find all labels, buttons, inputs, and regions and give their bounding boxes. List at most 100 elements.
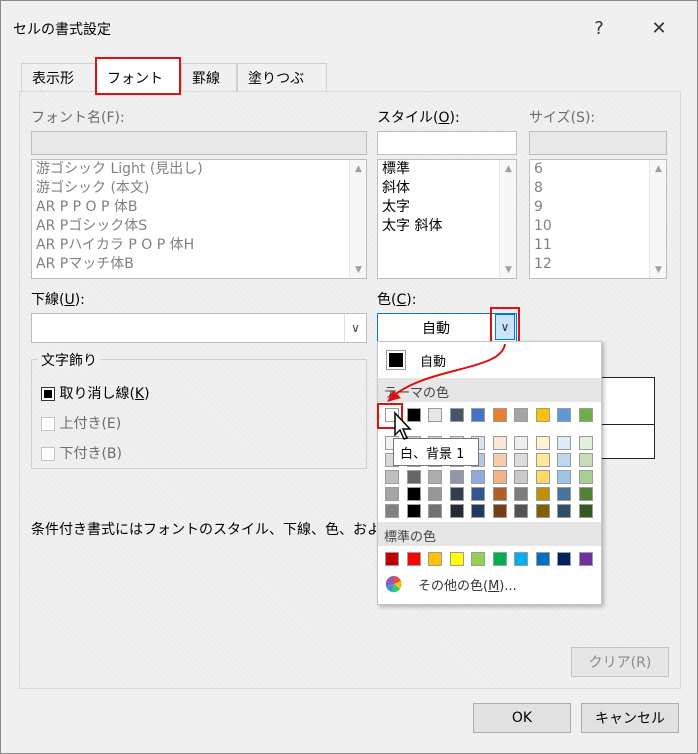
standard-color-swatch[interactable]	[535, 552, 550, 566]
tab-number[interactable]: 表示形式	[21, 63, 97, 107]
theme-color-variant-swatch[interactable]	[406, 470, 421, 484]
scroll-up-icon[interactable]: ▲	[500, 160, 516, 177]
theme-color-variant-swatch[interactable]	[471, 504, 485, 518]
standard-color-swatch[interactable]	[406, 552, 421, 566]
theme-color-variant-swatch[interactable]	[406, 487, 421, 501]
cancel-button[interactable]: キャンセル	[581, 703, 679, 733]
theme-color-variant-swatch[interactable]	[535, 436, 550, 450]
clear-button[interactable]: クリア(R)	[571, 647, 669, 677]
theme-color-variant-swatch[interactable]	[514, 504, 528, 518]
scroll-up-icon[interactable]: ▲	[650, 160, 666, 177]
standard-color-swatch[interactable]	[385, 552, 399, 566]
theme-color-variant-swatch[interactable]	[514, 487, 528, 501]
theme-color-variant-swatch[interactable]	[578, 436, 593, 450]
list-item[interactable]: 太字 斜体	[378, 217, 516, 236]
tab-fill[interactable]: 塗りつぶし	[237, 63, 327, 107]
checkbox-icon[interactable]	[41, 447, 55, 461]
scroll-down-icon[interactable]: ▼	[350, 261, 366, 278]
theme-color-variant-swatch[interactable]	[557, 470, 571, 484]
size-list-scrollbar[interactable]: ▲ ▼	[649, 160, 666, 278]
theme-color-variant-swatch[interactable]	[471, 470, 485, 484]
theme-color-variant-swatch[interactable]	[535, 504, 550, 518]
checkbox-checked-icon[interactable]	[41, 387, 55, 401]
theme-color-variant-swatch[interactable]	[535, 453, 550, 467]
font-list-scrollbar[interactable]: ▲ ▼	[349, 160, 366, 278]
theme-color-variant-swatch[interactable]	[492, 436, 507, 450]
subscript-checkbox[interactable]: 下付き(B)	[41, 443, 122, 463]
theme-color-variant-swatch[interactable]	[557, 436, 571, 450]
theme-color-variant-swatch[interactable]	[557, 453, 571, 467]
theme-color-variant-swatch[interactable]	[449, 470, 464, 484]
help-button[interactable]: ?	[577, 11, 621, 45]
theme-color-variant-swatch[interactable]	[578, 453, 593, 467]
list-item[interactable]: 斜体	[378, 179, 516, 198]
theme-color-variant-swatch[interactable]	[535, 487, 550, 501]
list-item[interactable]: 11	[530, 236, 666, 255]
font-name-input[interactable]	[31, 131, 367, 155]
list-item[interactable]: 8	[530, 179, 666, 198]
theme-color-variant-swatch[interactable]	[471, 487, 485, 501]
list-item[interactable]: AR Pハイカラ P O P 体H	[32, 236, 366, 255]
scroll-down-icon[interactable]: ▼	[500, 261, 516, 278]
theme-color-variant-swatch[interactable]	[428, 487, 442, 501]
standard-color-swatch[interactable]	[492, 552, 507, 566]
list-item[interactable]: 6	[530, 160, 666, 179]
ok-button[interactable]: OK	[473, 703, 571, 733]
standard-color-swatch[interactable]	[578, 552, 593, 566]
tab-border[interactable]: 罫線	[181, 63, 237, 91]
theme-color-variant-swatch[interactable]	[428, 504, 442, 518]
theme-color-variant-swatch[interactable]	[535, 470, 550, 484]
list-item[interactable]: 12	[530, 255, 666, 274]
list-item[interactable]: 10	[530, 217, 666, 236]
font-name-list[interactable]: 游ゴシック Light (見出し) 游ゴシック (本文) AR P P O P …	[31, 159, 367, 279]
list-item[interactable]: 9	[530, 198, 666, 217]
style-input[interactable]	[377, 131, 517, 155]
theme-color-variant-swatch[interactable]	[578, 470, 593, 484]
scroll-up-icon[interactable]: ▲	[350, 160, 366, 177]
standard-color-swatch[interactable]	[471, 552, 485, 566]
style-list[interactable]: 標準 斜体 太字 太字 斜体 ▲ ▼	[377, 159, 517, 279]
theme-color-variant-swatch[interactable]	[449, 504, 464, 518]
theme-color-variant-swatch[interactable]	[514, 436, 528, 450]
theme-color-variant-swatch[interactable]	[406, 504, 421, 518]
close-button[interactable]: ✕	[637, 11, 681, 45]
theme-color-variant-swatch[interactable]	[514, 453, 528, 467]
list-item[interactable]: 游ゴシック Light (見出し)	[32, 160, 366, 179]
superscript-checkbox[interactable]: 上付き(E)	[41, 413, 121, 433]
theme-color-swatch[interactable]	[535, 408, 550, 422]
theme-color-variant-swatch[interactable]	[492, 453, 507, 467]
style-list-scrollbar[interactable]: ▲ ▼	[499, 160, 516, 278]
theme-color-variant-swatch[interactable]	[385, 470, 399, 484]
theme-color-swatch[interactable]	[557, 408, 571, 422]
size-input[interactable]	[529, 131, 667, 155]
theme-color-variant-swatch[interactable]	[578, 487, 593, 501]
theme-color-variant-swatch[interactable]	[492, 504, 507, 518]
list-item[interactable]: 標準	[378, 160, 516, 179]
list-item[interactable]: 太字	[378, 198, 516, 217]
chevron-down-icon[interactable]: ∨	[344, 314, 366, 342]
size-list[interactable]: 6 8 9 10 11 12 ▲ ▼	[529, 159, 667, 279]
strikethrough-checkbox[interactable]: 取り消し線(K)	[41, 383, 150, 403]
theme-color-variant-swatch[interactable]	[492, 487, 507, 501]
list-item[interactable]: AR Pゴシック体S	[32, 217, 366, 236]
theme-color-variant-swatch[interactable]	[514, 470, 528, 484]
theme-color-variant-swatch[interactable]	[492, 470, 507, 484]
tab-font[interactable]: フォント	[95, 57, 181, 95]
theme-color-variant-swatch[interactable]	[557, 487, 571, 501]
theme-color-variant-swatch[interactable]	[385, 487, 399, 501]
standard-color-swatch[interactable]	[514, 552, 528, 566]
theme-color-variant-swatch[interactable]	[449, 487, 464, 501]
list-item[interactable]: AR Pマッチ体B	[32, 255, 366, 274]
theme-color-variant-swatch[interactable]	[578, 504, 593, 518]
underline-select[interactable]: ∨	[31, 313, 367, 343]
scroll-down-icon[interactable]: ▼	[650, 261, 666, 278]
theme-color-variant-swatch[interactable]	[557, 504, 571, 518]
standard-color-swatch[interactable]	[449, 552, 464, 566]
standard-color-swatch[interactable]	[557, 552, 571, 566]
standard-color-swatch[interactable]	[428, 552, 442, 566]
list-item[interactable]: AR P P O P 体B	[32, 198, 366, 217]
theme-color-variant-swatch[interactable]	[385, 504, 399, 518]
list-item[interactable]: 游ゴシック (本文)	[32, 179, 366, 198]
theme-color-swatch[interactable]	[578, 408, 593, 422]
theme-color-variant-swatch[interactable]	[428, 470, 442, 484]
